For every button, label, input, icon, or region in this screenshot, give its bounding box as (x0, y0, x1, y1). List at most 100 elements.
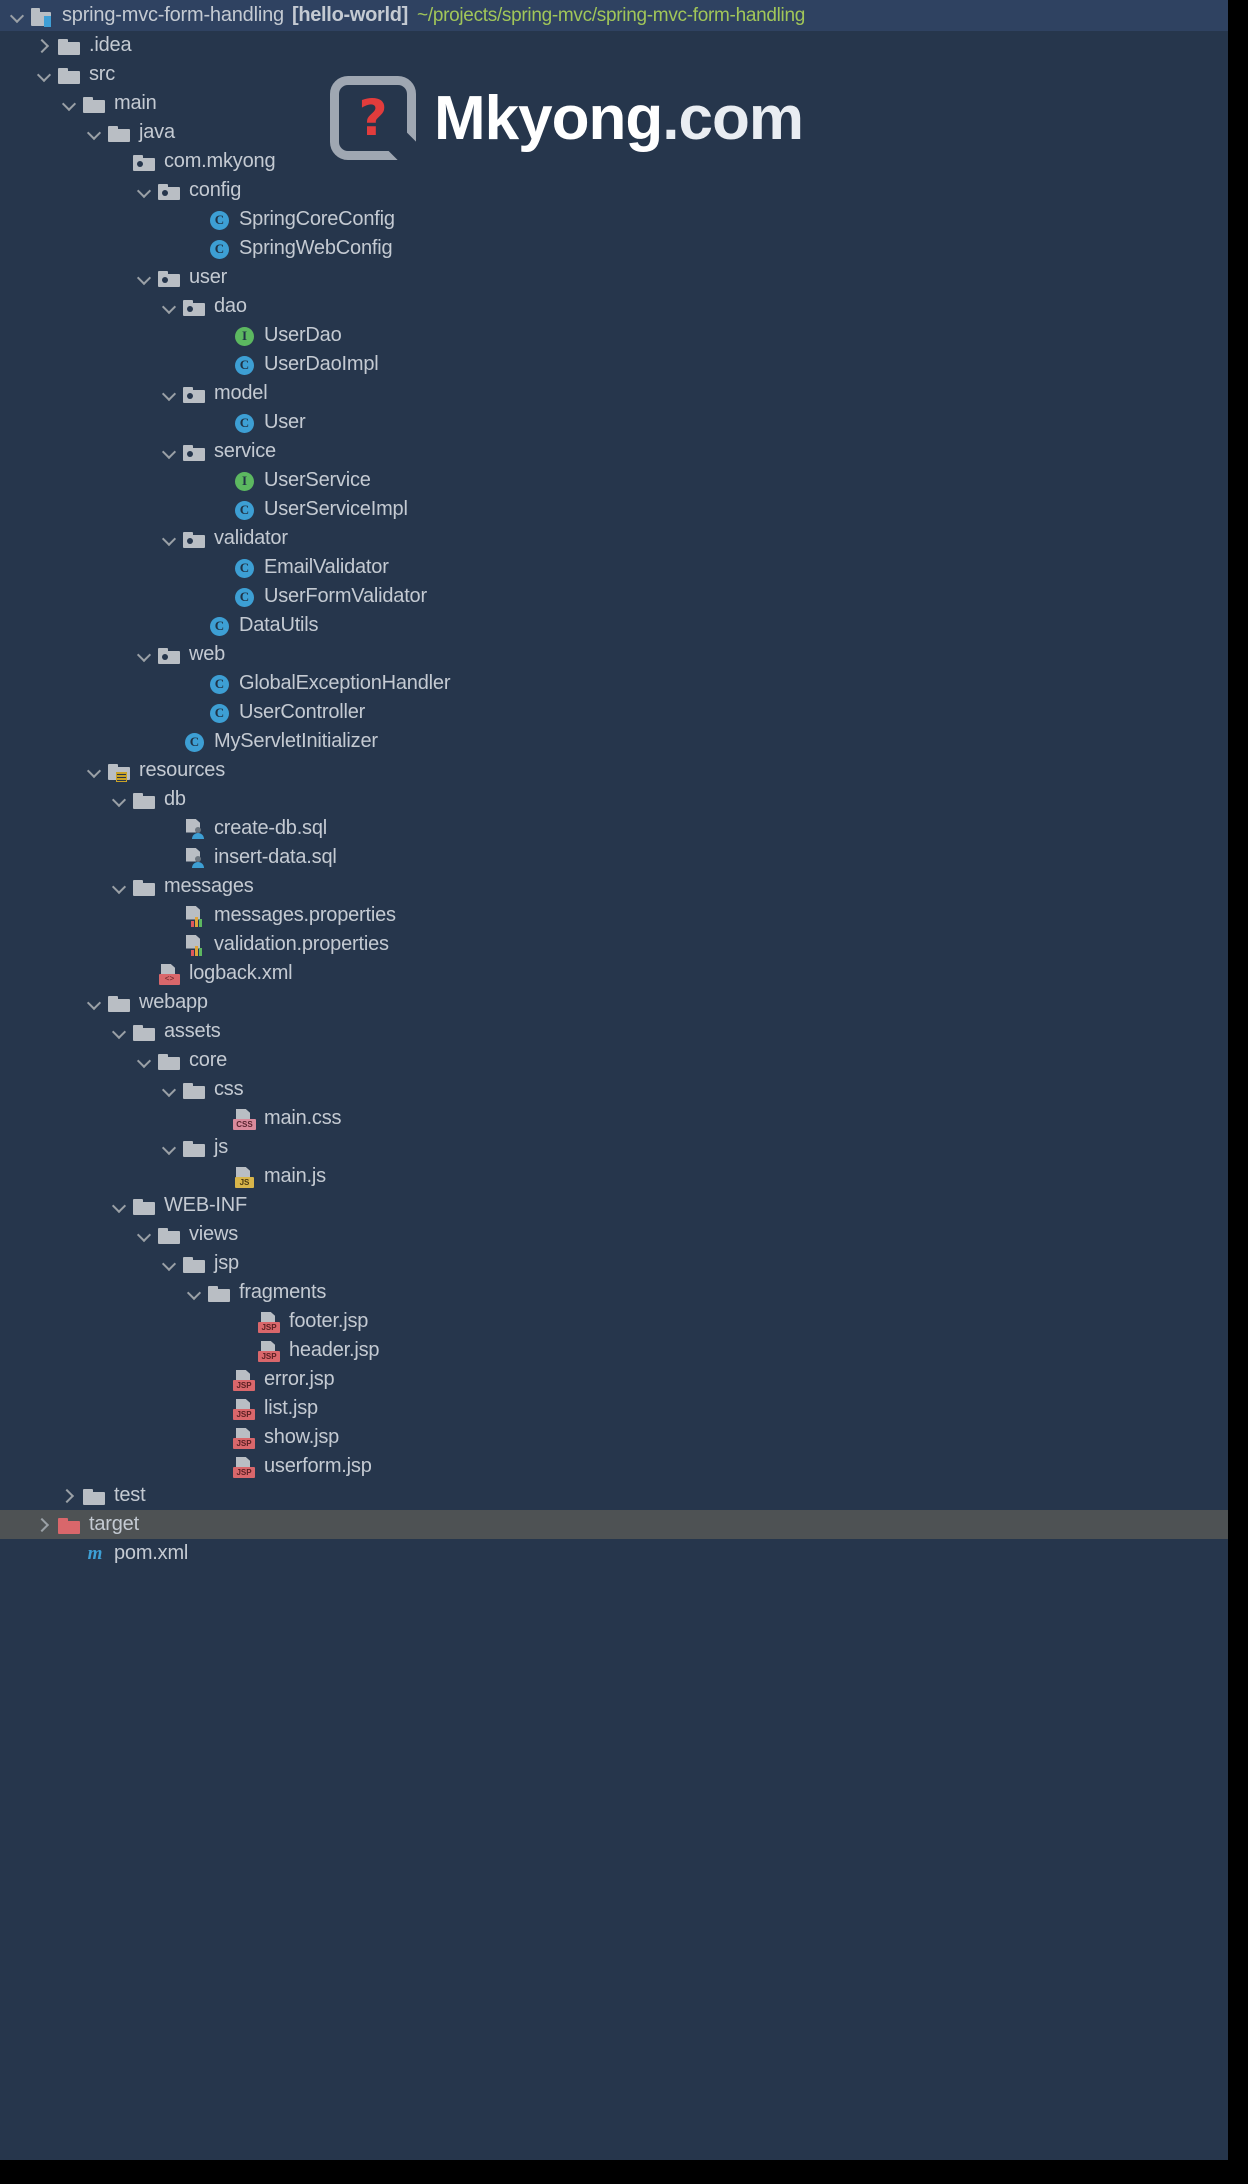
chevron-down-icon[interactable] (108, 789, 130, 811)
tree-row[interactable]: config (0, 176, 1228, 205)
tree-row[interactable]: m pom.xml (0, 1539, 1228, 1568)
chevron-right-icon[interactable] (33, 35, 55, 57)
tree-row[interactable]: JSP footer.jsp (0, 1307, 1228, 1336)
folder-icon (207, 1282, 233, 1304)
tree-row[interactable]: dao (0, 292, 1228, 321)
folder-icon (132, 1195, 158, 1217)
tree-row-label: com.mkyong (164, 150, 276, 172)
chevron-down-icon[interactable] (6, 5, 28, 27)
chevron-down-icon[interactable] (83, 122, 105, 144)
tree-row[interactable]: JS main.js (0, 1162, 1228, 1191)
chevron-down-icon[interactable] (108, 1021, 130, 1043)
tree-row[interactable]: C SpringWebConfig (0, 234, 1228, 263)
chevron-right-icon[interactable] (33, 1514, 55, 1536)
tree-row[interactable]: web (0, 640, 1228, 669)
tree-row[interactable]: webapp (0, 988, 1228, 1017)
tree-row[interactable]: test (0, 1481, 1228, 1510)
tree-row[interactable]: C GlobalExceptionHandler (0, 669, 1228, 698)
chevron-down-icon[interactable] (158, 1079, 180, 1101)
chevron-placeholder (108, 151, 130, 173)
tree-row[interactable]: user (0, 263, 1228, 292)
tree-row[interactable]: C UserFormValidator (0, 582, 1228, 611)
chevron-down-icon[interactable] (108, 1195, 130, 1217)
chevron-down-icon[interactable] (158, 1253, 180, 1275)
tree-row[interactable]: .idea (0, 31, 1228, 60)
project-tree-panel[interactable]: spring-mvc-form-handling [hello-world] ~… (0, 0, 1228, 2160)
tree-row[interactable]: insert-data.sql (0, 843, 1228, 872)
tree-row[interactable]: WEB-INF (0, 1191, 1228, 1220)
tree-row[interactable]: C DataUtils (0, 611, 1228, 640)
chevron-down-icon[interactable] (83, 760, 105, 782)
tree-row[interactable]: C UserDaoImpl (0, 350, 1228, 379)
tree-row[interactable]: validation.properties (0, 930, 1228, 959)
tree-row[interactable]: JSP userform.jsp (0, 1452, 1228, 1481)
chevron-right-icon[interactable] (58, 1485, 80, 1507)
tree-row[interactable]: assets (0, 1017, 1228, 1046)
tree-row[interactable]: views (0, 1220, 1228, 1249)
tree-row[interactable]: JSP list.jsp (0, 1394, 1228, 1423)
chevron-down-icon[interactable] (183, 1282, 205, 1304)
tree-row[interactable]: I UserDao (0, 321, 1228, 350)
tree-row[interactable]: CSS main.css (0, 1104, 1228, 1133)
chevron-down-icon[interactable] (133, 1224, 155, 1246)
resources-folder-icon (107, 760, 133, 782)
chevron-down-icon[interactable] (133, 1050, 155, 1072)
java-class-icon: C (232, 557, 258, 579)
tree-row-label: UserFormValidator (264, 585, 427, 607)
tree-row[interactable]: js (0, 1133, 1228, 1162)
chevron-down-icon[interactable] (158, 528, 180, 550)
folder-icon (132, 789, 158, 811)
tree-row[interactable]: messages.properties (0, 901, 1228, 930)
chevron-down-icon[interactable] (133, 644, 155, 666)
chevron-placeholder (208, 1456, 230, 1478)
chevron-placeholder (183, 209, 205, 231)
tree-row[interactable]: java (0, 118, 1228, 147)
tree-row[interactable]: C UserServiceImpl (0, 495, 1228, 524)
tree-row[interactable]: resources (0, 756, 1228, 785)
chevron-down-icon[interactable] (133, 267, 155, 289)
chevron-down-icon[interactable] (108, 876, 130, 898)
tree-row[interactable]: C User (0, 408, 1228, 437)
project-root-row[interactable]: spring-mvc-form-handling [hello-world] ~… (0, 0, 1228, 31)
chevron-placeholder (208, 470, 230, 492)
tree-row[interactable]: db (0, 785, 1228, 814)
tree-row[interactable]: messages (0, 872, 1228, 901)
tree-row[interactable]: C MyServletInitializer (0, 727, 1228, 756)
tree-row[interactable]: I UserService (0, 466, 1228, 495)
tree-row[interactable]: main (0, 89, 1228, 118)
folder-icon (182, 1079, 208, 1101)
tree-row[interactable]: model (0, 379, 1228, 408)
chevron-down-icon[interactable] (133, 180, 155, 202)
tree-row[interactable]: fragments (0, 1278, 1228, 1307)
chevron-down-icon[interactable] (158, 383, 180, 405)
tree-row-label: views (189, 1223, 239, 1245)
tree-row[interactable]: jsp (0, 1249, 1228, 1278)
chevron-down-icon[interactable] (33, 64, 55, 86)
chevron-down-icon[interactable] (58, 93, 80, 115)
tree-row[interactable]: service (0, 437, 1228, 466)
tree-row[interactable]: css (0, 1075, 1228, 1104)
tree-row[interactable]: validator (0, 524, 1228, 553)
tree-row[interactable]: com.mkyong (0, 147, 1228, 176)
tree-row[interactable]: <> logback.xml (0, 959, 1228, 988)
tree-row[interactable]: target (0, 1510, 1228, 1539)
tree-row[interactable]: create-db.sql (0, 814, 1228, 843)
tree-row-label: db (164, 788, 186, 810)
tree-row-label: create-db.sql (214, 817, 328, 839)
chevron-down-icon[interactable] (158, 441, 180, 463)
tree-row[interactable]: C EmailValidator (0, 553, 1228, 582)
tree-row[interactable]: JSP error.jsp (0, 1365, 1228, 1394)
tree-row[interactable]: JSP show.jsp (0, 1423, 1228, 1452)
chevron-down-icon[interactable] (158, 1137, 180, 1159)
tree-row[interactable]: src (0, 60, 1228, 89)
chevron-down-icon[interactable] (83, 992, 105, 1014)
tree-row[interactable]: JSP header.jsp (0, 1336, 1228, 1365)
tree-row[interactable]: core (0, 1046, 1228, 1075)
tree-row-label: EmailValidator (264, 556, 389, 578)
file-tree[interactable]: .idea src main java com.mkyong config C SpringC… (0, 31, 1228, 1568)
tree-row[interactable]: C UserController (0, 698, 1228, 727)
chevron-down-icon[interactable] (158, 296, 180, 318)
tree-row[interactable]: C SpringCoreConfig (0, 205, 1228, 234)
